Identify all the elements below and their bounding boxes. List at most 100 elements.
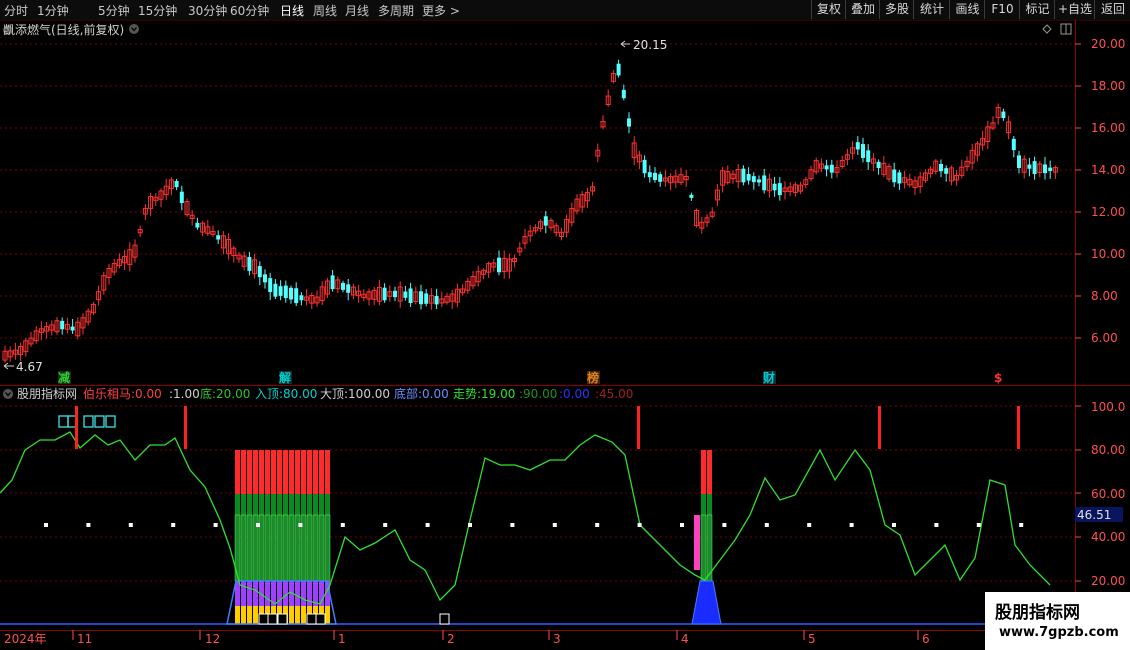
time-axis-label: 2024年 [4, 632, 47, 646]
event-marker-jie[interactable]: 解 [279, 370, 291, 385]
candle-body [393, 290, 397, 298]
reference-dot [976, 523, 981, 527]
bar-segment-darkgreen [307, 494, 312, 515]
candle-body [647, 172, 652, 178]
candle-body [403, 291, 408, 298]
bar-segment-darkgreen [319, 494, 324, 515]
reference-dot [1019, 523, 1024, 527]
candle-body [944, 168, 949, 174]
price-axis-label: 18.00 [1091, 79, 1125, 93]
bar-segment-darkgreen [707, 494, 712, 515]
bar-segment-yellow [301, 606, 306, 624]
candle-body [283, 285, 288, 299]
param-value: 0.00 [422, 387, 449, 401]
stock-chart[interactable]: 凯添燃气(日线,前复权) 20.00 18.00 16.00 14.00 12.… [0, 0, 1130, 650]
svg-text:大顶:100.00: 大顶:100.00 [320, 387, 390, 401]
bar-segment-green [306, 514, 313, 582]
bar-segment-yellow [241, 606, 246, 624]
param-label: 底: [200, 386, 216, 401]
param-value: 1.00 [173, 387, 200, 401]
time-axis-label: 3 [553, 632, 561, 646]
bar-segment-red [313, 450, 318, 494]
svg-text:入顶:80.00: 入顶:80.00 [255, 387, 317, 401]
bar-segment-green [318, 514, 325, 582]
param-value: 90.00 [523, 387, 557, 401]
candle-body [434, 295, 439, 305]
event-marker-bang[interactable]: 榜 [587, 370, 599, 385]
svg-text::1.00: :1.00 [169, 387, 200, 401]
event-marker-jian[interactable]: 减 [58, 370, 70, 385]
event-marker-cai[interactable]: 财 [762, 370, 775, 385]
candle-body [892, 169, 897, 183]
diamond-icon[interactable] [1042, 24, 1052, 34]
time-axis-label: 6 [922, 632, 930, 646]
bar-segment-red [259, 450, 264, 494]
reference-dot [213, 523, 218, 527]
bar-segment-yellow [235, 606, 240, 624]
bar-segment-purple [295, 581, 300, 606]
top-signal-bars [75, 406, 1020, 449]
candle-body [777, 183, 782, 196]
cyan-box-marker [83, 415, 94, 428]
price-axis-label: 6.00 [1091, 331, 1118, 345]
reference-dot [807, 523, 812, 527]
candle-body [829, 164, 834, 173]
reference-dot [722, 523, 727, 527]
bar-segment-red [271, 450, 276, 494]
time-axis-label: 4 [681, 632, 689, 646]
bar-segment-red [707, 450, 712, 494]
candle-body [289, 287, 293, 300]
bar-segment-green [324, 514, 331, 582]
bar-segment-darkgreen [271, 494, 276, 515]
watermark-title: 股朋指标网 [995, 603, 1080, 623]
reference-dot [383, 523, 388, 527]
candle-body [653, 172, 657, 181]
signal-bar [75, 406, 78, 449]
reference-dot [849, 523, 854, 527]
bottom-zone-outline [691, 580, 722, 625]
white-box-marker [315, 613, 326, 625]
candle-body [543, 216, 548, 226]
high-price-label: 20.15 [633, 38, 667, 52]
reference-dot [340, 523, 345, 527]
param-value: 20.00 [216, 387, 250, 401]
param-label: 走势: [453, 387, 481, 401]
trend-polyline [0, 431, 1051, 605]
param-value: 0.00 [563, 387, 590, 401]
candle-body [689, 194, 694, 198]
param-label: 入顶: [255, 387, 283, 401]
candle-body [751, 176, 756, 183]
reference-dot [595, 523, 600, 527]
bar-segment-purple [301, 581, 306, 606]
bar-segment-darkgreen [301, 494, 306, 515]
candle-body [876, 161, 881, 169]
reference-dot [552, 523, 557, 527]
reference-dot [934, 523, 939, 527]
indicator-axis-label: 40.00 [1091, 530, 1125, 544]
price-axis-label: 16.00 [1091, 121, 1125, 135]
svg-text::45.00: :45.00 [595, 387, 633, 401]
bar-segment-darkgreen [325, 494, 330, 515]
bar-segment-red [307, 450, 312, 494]
title-dropdown-icon[interactable] [129, 24, 139, 34]
bar-segment-purple [241, 581, 246, 606]
indicator-collapse-icon[interactable] [3, 389, 13, 399]
bar-segment-red [241, 450, 246, 494]
candle-body [278, 286, 283, 296]
indicator-axis-label: 60.00 [1091, 487, 1125, 501]
indicator-bars [58, 415, 722, 625]
candle-body [346, 284, 351, 293]
event-marker-dividend[interactable]: $ [994, 371, 1002, 385]
candle-body [408, 288, 413, 303]
param-value: 100.00 [348, 387, 390, 401]
candle-body [419, 291, 423, 305]
bar-segment-red [319, 450, 324, 494]
time-axis-label: 5 [808, 632, 816, 646]
candle-body [382, 287, 387, 301]
indicator-grid [0, 405, 1081, 625]
candle-body [658, 174, 663, 182]
price-axis-label: 8.00 [1091, 289, 1118, 303]
candle-body [762, 175, 767, 191]
candle-body [1043, 164, 1047, 174]
candle-body [299, 295, 304, 301]
